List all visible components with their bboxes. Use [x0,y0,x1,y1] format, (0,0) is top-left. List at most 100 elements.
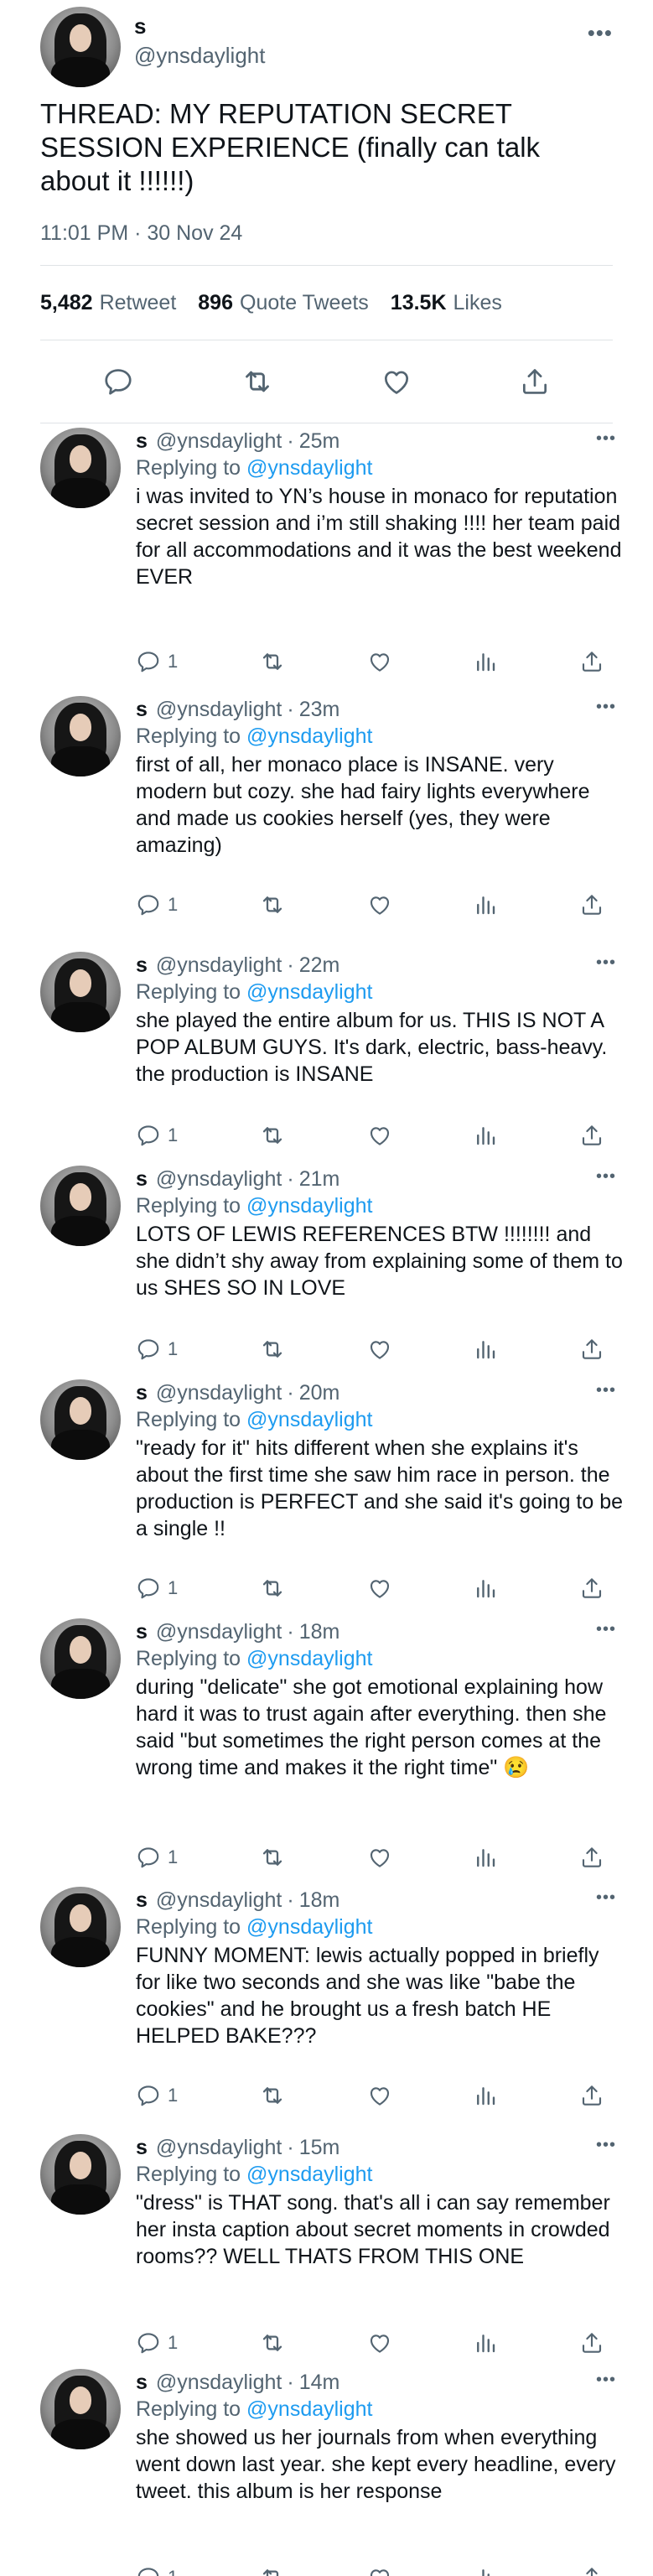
reply-timestamp[interactable]: 14m [299,2371,340,2395]
avatar[interactable] [40,2134,121,2215]
retweet-button[interactable] [241,365,274,398]
views-button[interactable] [473,1123,498,1148]
retweet-button[interactable] [259,1575,286,1602]
like-button[interactable] [367,649,392,674]
more-options-button[interactable]: ••• [596,1166,616,1187]
views-button[interactable] [473,2565,498,2576]
like-button[interactable] [367,1123,392,1148]
reply-timestamp[interactable]: 18m [299,1620,340,1644]
more-options-button[interactable]: ••• [596,2134,616,2156]
retweet-button[interactable] [259,891,286,918]
share-button[interactable] [579,1123,604,1148]
share-button[interactable] [579,2330,604,2355]
avatar[interactable] [40,952,121,1032]
replying-to-link[interactable]: @ynsdaylight [246,456,372,480]
avatar[interactable] [40,2369,121,2449]
share-button[interactable] [579,2565,604,2576]
share-button[interactable] [519,366,551,397]
more-options-button[interactable]: ••• [588,7,613,44]
like-button[interactable] [367,1845,392,1870]
likes-stat[interactable]: 13.5K Likes [391,291,502,315]
share-button[interactable] [579,1576,604,1601]
like-button[interactable] [381,366,412,397]
author-handle[interactable]: @ynsdaylight [156,698,282,722]
views-button[interactable] [473,1337,498,1362]
share-button[interactable] [579,1337,604,1362]
avatar[interactable] [40,696,121,776]
reply-timestamp[interactable]: 15m [299,2136,340,2160]
author-handle[interactable]: @ynsdaylight [156,429,282,454]
views-button[interactable] [473,1576,498,1601]
author-name[interactable]: s [136,1167,148,1192]
replying-to-link[interactable]: @ynsdaylight [246,1408,372,1431]
replying-to-link[interactable]: @ynsdaylight [246,2397,372,2421]
author-name[interactable]: s [136,429,148,454]
reply-button[interactable]: 1 [136,1337,178,1362]
author-name[interactable]: s [136,953,148,978]
replying-to-link[interactable]: @ynsdaylight [246,1194,372,1218]
reply-button[interactable] [102,366,134,397]
main-tweet-timestamp[interactable]: 11:01 PM · 30 Nov 24 [40,221,613,250]
reply-timestamp[interactable]: 20m [299,1381,340,1405]
reply-timestamp[interactable]: 22m [299,953,340,978]
author-handle[interactable]: @ynsdaylight [156,2371,282,2395]
reply-button[interactable]: 1 [136,1845,178,1870]
reply-button[interactable]: 1 [136,649,178,674]
reply-button[interactable]: 1 [136,2565,178,2576]
retweet-button[interactable] [259,1336,286,1363]
author-name[interactable]: s [136,1381,148,1405]
like-button[interactable] [367,892,392,917]
reply-timestamp[interactable]: 23m [299,698,340,722]
author-name[interactable]: s [136,1620,148,1644]
retweet-button[interactable] [259,2329,286,2356]
author-handle[interactable]: @ynsdaylight [156,1167,282,1192]
views-button[interactable] [473,1845,498,1870]
author-name[interactable]: s [136,2371,148,2395]
replying-to-link[interactable]: @ynsdaylight [246,2163,372,2186]
author-handle[interactable]: @ynsdaylight [156,1381,282,1405]
author-handle[interactable]: @ynsdaylight [156,1620,282,1644]
like-button[interactable] [367,2083,392,2108]
retweet-button[interactable] [259,2082,286,2109]
share-button[interactable] [579,649,604,674]
replying-to-link[interactable]: @ynsdaylight [246,1647,372,1670]
reply-button[interactable]: 1 [136,1123,178,1148]
author-name[interactable]: s [136,2136,148,2160]
share-button[interactable] [579,1845,604,1870]
views-button[interactable] [473,649,498,674]
reply-button[interactable]: 1 [136,892,178,917]
like-button[interactable] [367,1576,392,1601]
like-button[interactable] [367,2330,392,2355]
avatar[interactable] [40,1618,121,1699]
like-button[interactable] [367,1337,392,1362]
more-options-button[interactable]: ••• [596,1379,616,1401]
share-button[interactable] [579,892,604,917]
avatar[interactable] [40,1379,121,1460]
more-options-button[interactable]: ••• [596,428,616,449]
replying-to-link[interactable]: @ynsdaylight [246,1915,372,1939]
more-options-button[interactable]: ••• [596,1618,616,1640]
quotes-stat[interactable]: 896 Quote Tweets [198,291,369,315]
reply-button[interactable]: 1 [136,2083,178,2108]
retweet-button[interactable] [259,1844,286,1871]
like-button[interactable] [367,2565,392,2576]
retweet-button[interactable] [259,2564,286,2576]
avatar[interactable] [40,1887,121,1967]
reply-button[interactable]: 1 [136,2330,178,2355]
more-options-button[interactable]: ••• [596,1887,616,1909]
author-handle[interactable]: @ynsdaylight [134,39,588,72]
author-name[interactable]: s [136,1888,148,1913]
author-handle[interactable]: @ynsdaylight [156,1888,282,1913]
share-button[interactable] [579,2083,604,2108]
more-options-button[interactable]: ••• [596,696,616,718]
more-options-button[interactable]: ••• [596,952,616,974]
retweet-button[interactable] [259,1122,286,1149]
reply-button[interactable]: 1 [136,1576,178,1601]
author-name[interactable]: s [136,698,148,722]
avatar[interactable] [40,7,121,87]
replying-to-link[interactable]: @ynsdaylight [246,980,372,1004]
author-handle[interactable]: @ynsdaylight [156,2136,282,2160]
author-handle[interactable]: @ynsdaylight [156,953,282,978]
avatar[interactable] [40,1166,121,1246]
more-options-button[interactable]: ••• [596,2369,616,2391]
